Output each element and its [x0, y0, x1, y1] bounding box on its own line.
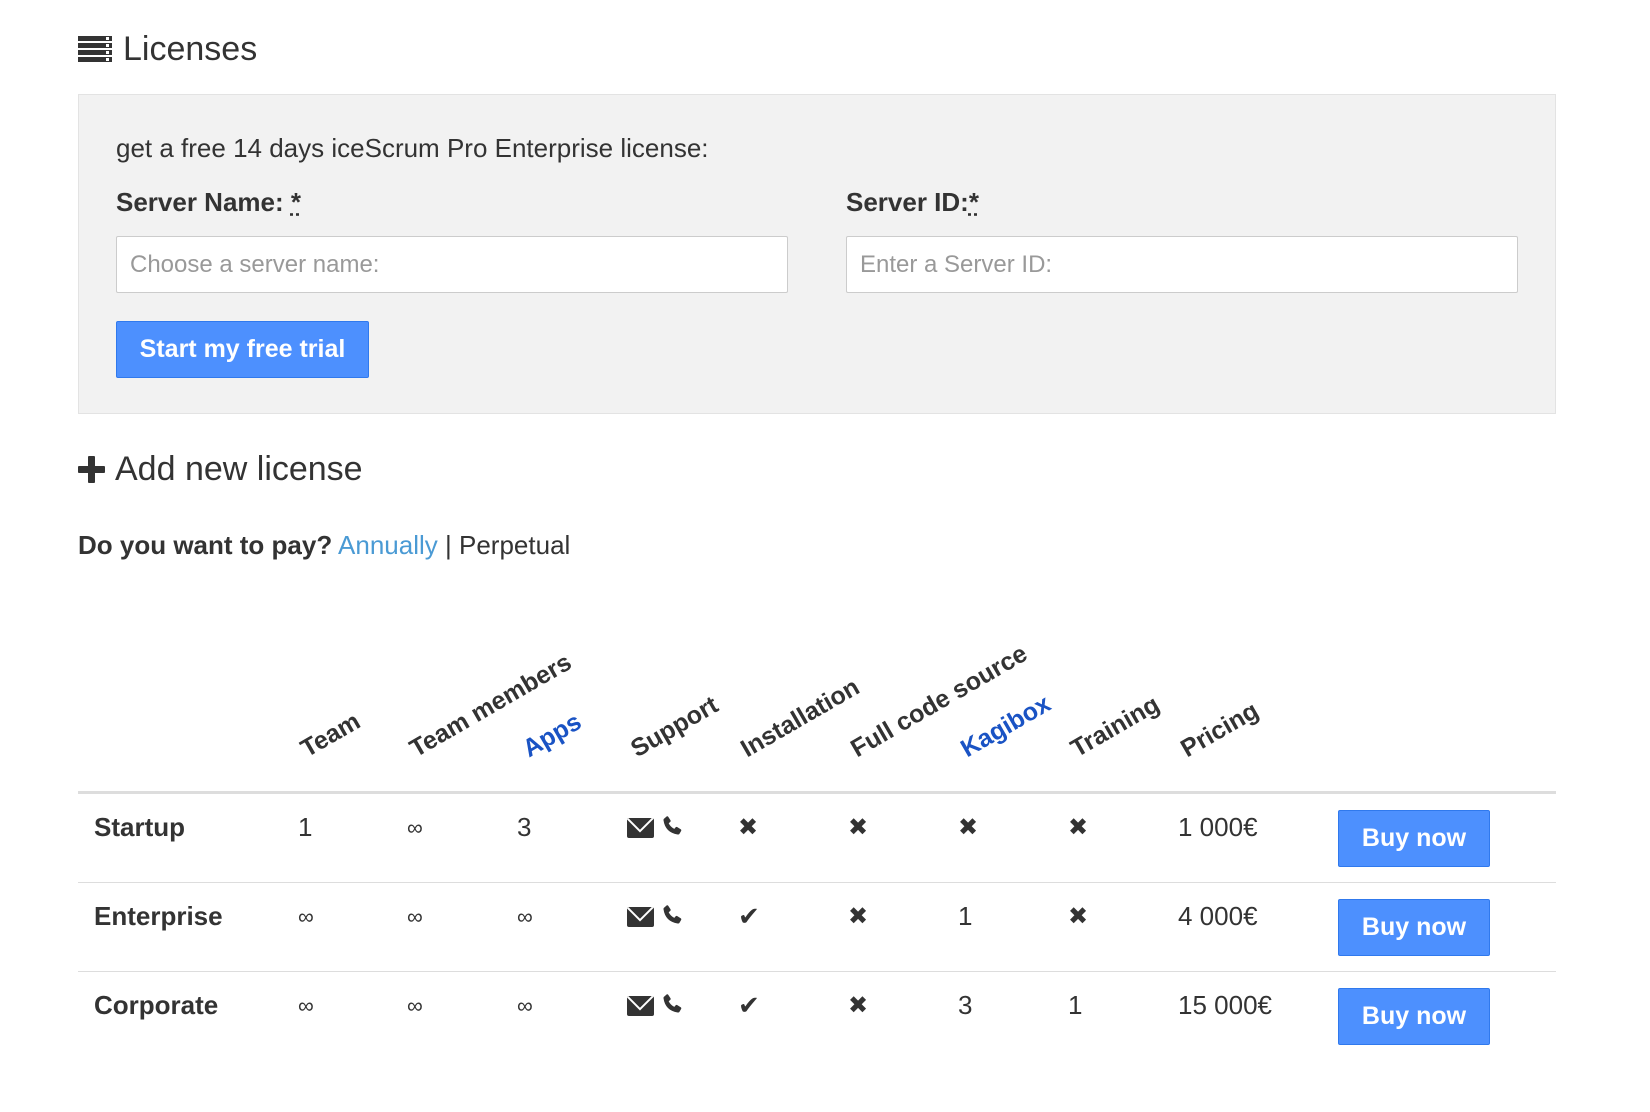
col-installation: Installation: [736, 672, 865, 763]
pay-question: Do you want to pay?: [78, 530, 333, 560]
server-icon: [78, 35, 112, 64]
training-value: 1: [1068, 990, 1083, 1020]
payment-period-selector: Do you want to pay? Annually | Perpetual: [78, 530, 570, 561]
row-divider: [78, 882, 1556, 883]
col-full-code-source: Full code source: [846, 639, 1033, 763]
buy-now-button[interactable]: Buy now: [1338, 899, 1490, 956]
team-value: ∞: [298, 993, 314, 1018]
members-value: ∞: [407, 815, 423, 840]
plus-icon: [78, 456, 105, 483]
phone-icon: [663, 816, 682, 835]
buy-now-button[interactable]: Buy now: [1338, 988, 1490, 1045]
x-icon: ✖: [848, 992, 869, 1019]
x-icon: ✖: [738, 814, 759, 841]
required-marker: *: [290, 187, 302, 217]
required-marker: *: [968, 187, 979, 217]
team-value: ∞: [298, 904, 314, 929]
check-icon: ✔: [738, 901, 760, 931]
server-name-label: Server Name: *: [116, 187, 302, 217]
row-divider: [78, 971, 1556, 972]
trial-intro-text: get a free 14 days iceScrum Pro Enterpri…: [116, 133, 709, 163]
col-team: Team: [296, 707, 365, 763]
apps-value: ∞: [517, 904, 533, 929]
plan-name: Corporate: [94, 990, 219, 1020]
kagibox-value: 1: [958, 901, 973, 931]
apps-value: ∞: [517, 993, 533, 1018]
table-header-divider: [78, 791, 1556, 794]
price-value: 15 000€: [1178, 990, 1272, 1020]
phone-icon: [663, 905, 682, 924]
licenses-heading: Licenses: [78, 30, 257, 69]
server-id-label: Server ID:*: [846, 187, 979, 217]
plan-name: Enterprise: [94, 901, 223, 931]
team-value: 1: [298, 812, 313, 842]
x-icon: ✖: [848, 814, 869, 841]
start-free-trial-button[interactable]: Start my free trial: [116, 321, 369, 378]
buy-now-button[interactable]: Buy now: [1338, 810, 1490, 867]
envelope-icon: [627, 996, 654, 1016]
x-icon: ✖: [848, 903, 869, 930]
col-pricing: Pricing: [1176, 696, 1264, 763]
annually-link[interactable]: Annually: [338, 530, 438, 560]
kagibox-value: 3: [958, 990, 973, 1020]
price-value: 4 000€: [1178, 901, 1258, 931]
apps-value: 3: [517, 812, 532, 842]
col-support: Support: [626, 690, 723, 763]
col-training: Training: [1066, 690, 1165, 763]
licenses-title-text: Licenses: [123, 30, 258, 68]
x-icon: ✖: [1068, 814, 1089, 841]
envelope-icon: [627, 818, 654, 838]
x-icon: ✖: [958, 814, 979, 841]
check-icon: ✔: [738, 990, 760, 1020]
add-license-heading: Add new license: [78, 450, 363, 489]
perpetual-option[interactable]: Perpetual: [459, 530, 570, 560]
server-name-input[interactable]: [116, 236, 788, 293]
members-value: ∞: [407, 993, 423, 1018]
col-kagibox-link[interactable]: Kagibox: [956, 689, 1055, 763]
x-icon: ✖: [1068, 903, 1089, 930]
price-value: 1 000€: [1178, 812, 1258, 842]
plan-name: Startup: [94, 812, 185, 842]
members-value: ∞: [407, 904, 423, 929]
phone-icon: [663, 994, 682, 1013]
envelope-icon: [627, 907, 654, 927]
col-apps-link[interactable]: Apps: [518, 708, 586, 763]
separator: |: [445, 530, 452, 560]
add-license-title-text: Add new license: [115, 450, 363, 488]
server-id-input[interactable]: [846, 236, 1518, 293]
